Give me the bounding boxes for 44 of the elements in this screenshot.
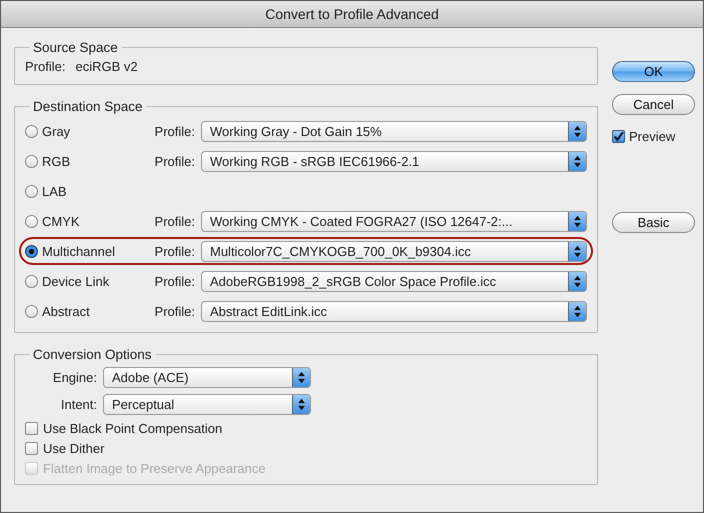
stepper-arrows-icon xyxy=(292,368,310,387)
profile-label: Profile: xyxy=(154,124,195,138)
stepper-arrows-icon xyxy=(568,122,586,140)
field-label: Engine: xyxy=(52,370,97,385)
stepper-arrows-icon xyxy=(568,152,586,170)
checkmark-icon xyxy=(613,131,624,142)
profile-label: Profile: xyxy=(154,274,195,288)
profile-dropdown[interactable]: Multicolor7C_CMYKOGB_700_0K_b9304.icc xyxy=(201,240,587,262)
profile-label: Profile: xyxy=(25,59,66,74)
window-title: Convert to Profile Advanced xyxy=(1,1,703,28)
radio-option[interactable]: Abstract xyxy=(25,304,137,318)
cancel-button[interactable]: Cancel xyxy=(612,94,695,115)
group-title: Conversion Options xyxy=(32,347,153,362)
profile-label: Profile: xyxy=(154,304,195,318)
stepper-arrows-icon xyxy=(568,272,586,290)
basic-button[interactable]: Basic xyxy=(612,212,695,233)
stepper-arrows-icon xyxy=(292,395,310,414)
radio-option[interactable]: Device Link xyxy=(25,274,137,288)
preview-checkbox[interactable]: Preview xyxy=(612,129,676,144)
profile-dropdown[interactable]: Working Gray - Dot Gain 15% xyxy=(201,120,587,142)
checkbox[interactable]: Use Dither xyxy=(25,438,587,458)
radio-option[interactable]: CMYK xyxy=(25,214,137,228)
profile-label: Profile: xyxy=(154,154,195,168)
ok-button[interactable]: OK xyxy=(612,61,695,82)
stepper-arrows-icon xyxy=(568,302,586,320)
dropdown[interactable]: Perceptual xyxy=(103,394,311,415)
field-label: Intent: xyxy=(60,397,97,412)
radio-option[interactable]: LAB xyxy=(25,184,137,198)
profile-dropdown[interactable]: AdobeRGB1998_2_sRGB Color Space Profile.icc xyxy=(201,270,587,292)
profile-label: Profile: xyxy=(154,244,195,258)
checkbox[interactable]: Use Black Point Compensation xyxy=(25,418,587,438)
profile-value: eciRGB v2 xyxy=(75,59,138,74)
radio-option[interactable]: Gray xyxy=(25,124,137,138)
stepper-arrows-icon xyxy=(568,242,586,260)
dropdown[interactable]: Adobe (ACE) xyxy=(103,367,311,388)
radio-option[interactable]: RGB xyxy=(25,154,137,168)
profile-dropdown[interactable]: Working CMYK - Coated FOGRA27 (ISO 12647-2:... xyxy=(201,210,587,232)
stepper-arrows-icon xyxy=(568,212,586,230)
group-title: Destination Space xyxy=(32,99,144,114)
group-title: Source Space xyxy=(32,40,119,55)
profile-dropdown[interactable]: Working RGB - sRGB IEC61966-2.1 xyxy=(201,150,587,172)
radio-option[interactable]: Multichannel xyxy=(25,244,137,258)
profile-dropdown[interactable]: Abstract EditLink.icc xyxy=(201,300,587,322)
profile-label: Profile: xyxy=(154,214,195,228)
